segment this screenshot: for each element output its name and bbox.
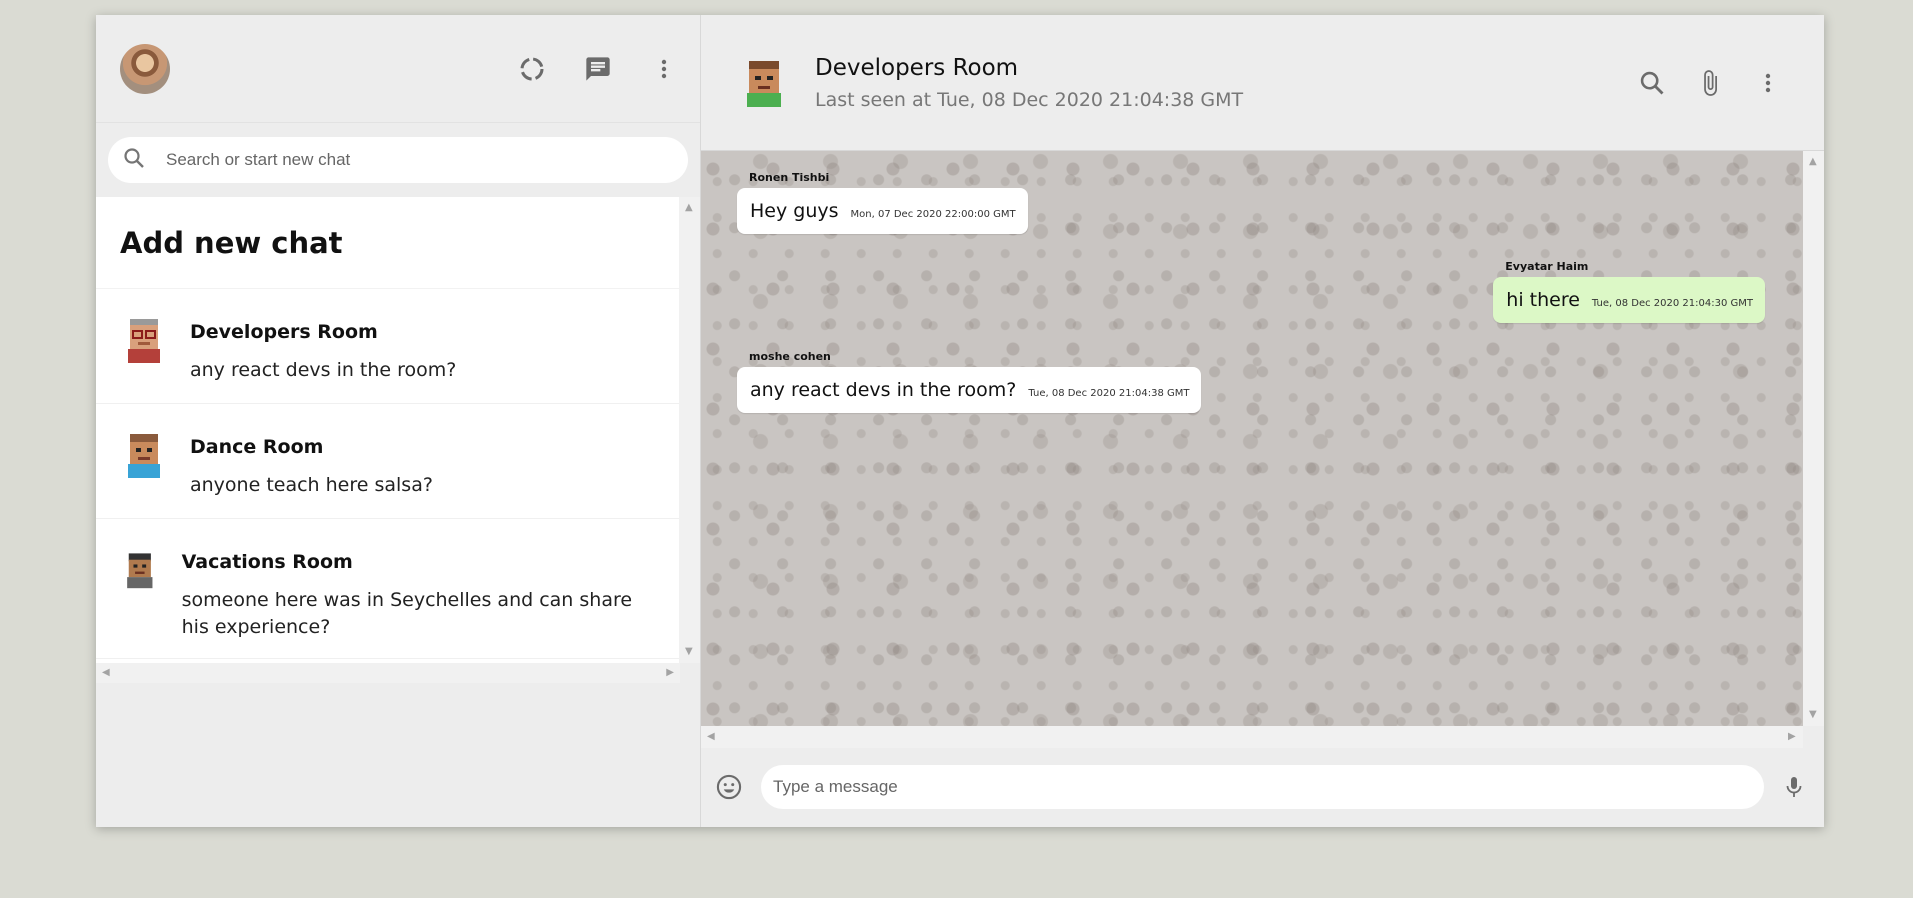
chat-last-message: someone here was in Seychelles and can s… [181,589,633,638]
message-bubble: hi there Tue, 08 Dec 2020 21:04:30 GMT [1493,277,1765,323]
more-vert-icon[interactable] [1752,67,1784,99]
message-sender: Ronen Tishbi [749,171,830,184]
app-window: Add new chat Developers Room any react d… [96,15,1824,827]
chat-list-vertical-scrollbar[interactable]: ▲ ▼ [679,197,700,663]
message-text: any react devs in the room? [750,379,1017,401]
chat-header: Developers Room Last seen at Tue, 08 Dec… [701,15,1824,151]
message-composer [701,748,1824,826]
messages-horizontal-scrollbar[interactable]: ◀ ▶ [701,726,1803,748]
message-bubble: any react devs in the room? Tue, 08 Dec … [737,367,1202,413]
chat-name: Dance Room [190,436,324,458]
message-sent: Evyatar Haim hi there Tue, 08 Dec 2020 2… [1493,260,1765,323]
message-time: Mon, 07 Dec 2020 22:00:00 GMT [850,209,1016,220]
message-received: moshe cohen any react devs in the room? … [737,350,1202,413]
search-icon[interactable] [1636,67,1668,99]
attach-icon[interactable] [1694,67,1726,99]
user-avatar[interactable] [120,43,170,94]
scroll-down-arrow-icon[interactable]: ▼ [685,647,693,657]
chat-list-horizontal-scrollbar[interactable]: ◀ ▶ [96,663,680,683]
message-time: Tue, 08 Dec 2020 21:04:30 GMT [1591,298,1753,309]
sidebar-header-icons [516,53,680,85]
room-avatar [128,319,160,363]
chat-item-vacations-room[interactable]: Vacations Room someone here was in Seych… [96,519,680,659]
message-time: Tue, 08 Dec 2020 21:04:38 GMT [1028,388,1190,399]
chat-list-container: Add new chat Developers Room any react d… [96,197,700,683]
message-text: hi there [1506,289,1580,311]
scroll-up-arrow-icon[interactable]: ▲ [685,203,693,213]
chat-item-dance-room[interactable]: Dance Room anyone teach here salsa? [96,404,680,519]
messages-area-container: Ronen Tishbi Hey guys Mon, 07 Dec 2020 2… [701,151,1824,748]
search-icon [122,146,146,174]
emoji-icon[interactable] [713,771,745,803]
message-sender: Evyatar Haim [1505,260,1589,273]
room-avatar [128,434,160,478]
scroll-right-arrow-icon[interactable]: ▶ [1788,732,1796,742]
sidebar-header [96,15,700,123]
chat-icon[interactable] [582,53,614,85]
message-received: Ronen Tishbi Hey guys Mon, 07 Dec 2020 2… [737,171,1028,234]
scroll-right-arrow-icon[interactable]: ▶ [666,668,674,678]
messages-vertical-scrollbar[interactable]: ▲ ▼ [1803,151,1824,726]
message-bubble: Hey guys Mon, 07 Dec 2020 22:00:00 GMT [737,188,1028,234]
chat-list: Add new chat Developers Room any react d… [96,197,680,663]
add-new-chat-label: Add new chat [120,225,343,260]
search-box [108,137,688,183]
message-input[interactable] [761,765,1764,809]
room-avatar [127,553,153,589]
sidebar-search-bar [96,123,700,197]
sidebar: Add new chat Developers Room any react d… [96,15,701,827]
message-text: Hey guys [750,200,839,222]
scroll-up-arrow-icon[interactable]: ▲ [1809,157,1817,167]
messages-area[interactable]: Ronen Tishbi Hey guys Mon, 07 Dec 2020 2… [701,151,1803,726]
mic-icon[interactable] [1778,771,1810,803]
add-new-chat-button[interactable]: Add new chat [96,197,680,289]
message-sender: moshe cohen [749,350,831,363]
room-title: Developers Room [815,54,1019,81]
search-input[interactable] [166,150,619,170]
chat-item-developers-room[interactable]: Developers Room any react devs in the ro… [96,289,680,404]
scroll-left-arrow-icon[interactable]: ◀ [102,668,110,678]
more-vert-icon[interactable] [648,53,680,85]
chat-header-icons [1636,67,1784,99]
chat-last-message: any react devs in the room? [190,359,457,381]
scroll-down-arrow-icon[interactable]: ▼ [1809,710,1817,720]
chat-last-message: anyone teach here salsa? [190,474,433,496]
status-icon[interactable] [516,53,548,85]
scroll-left-arrow-icon[interactable]: ◀ [707,732,715,742]
last-seen-text: Last seen at Tue, 08 Dec 2020 21:04:38 G… [815,88,1244,111]
chat-name: Developers Room [190,321,378,343]
chat-panel: Developers Room Last seen at Tue, 08 Dec… [701,15,1824,827]
chat-name: Vacations Room [181,551,353,573]
room-avatar[interactable] [743,59,785,107]
chat-header-info: Developers Room Last seen at Tue, 08 Dec… [815,55,1636,111]
